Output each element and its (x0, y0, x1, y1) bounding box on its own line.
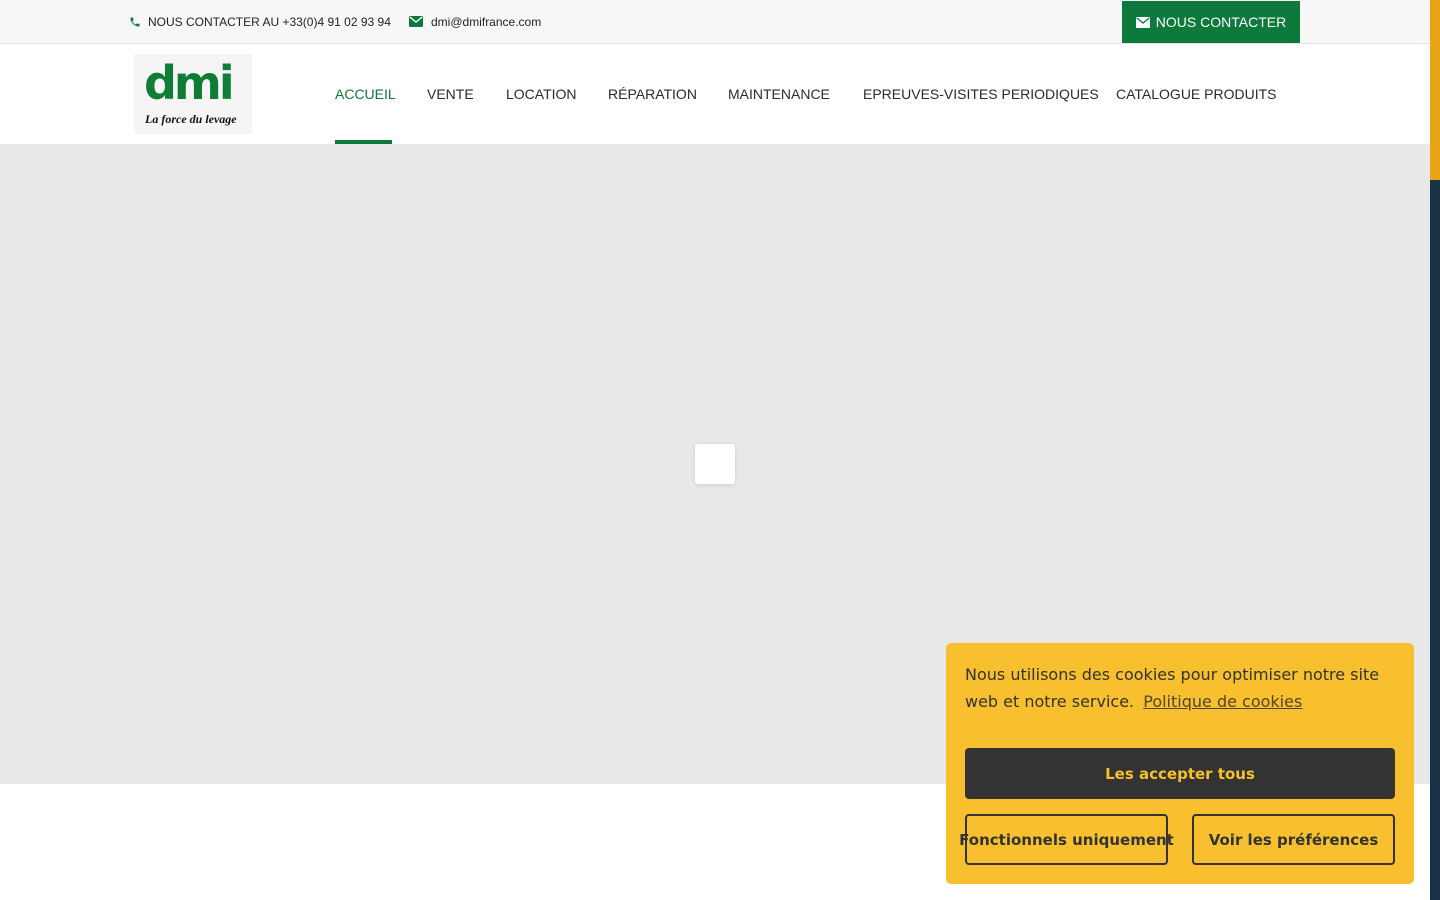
page-scrollbar[interactable] (1430, 0, 1440, 900)
logo-tagline: La force du levage (145, 112, 237, 126)
cookie-policy-link[interactable]: Politique de cookies (1143, 692, 1302, 711)
email-contact[interactable]: dmi@dmifrance.com (409, 0, 541, 43)
phone-text: NOUS CONTACTER AU +33(0)4 91 02 93 94 (148, 14, 391, 29)
email-text: dmi@dmifrance.com (431, 14, 542, 29)
view-preferences-button[interactable]: Voir les préférences (1192, 814, 1395, 865)
nav-maintenance[interactable]: MAINTENANCE (728, 44, 830, 144)
nav-reparation[interactable]: RÉPARATION (608, 44, 697, 144)
nav-epreuves-visites[interactable]: EPREUVES-VISITES PERIODIQUES (863, 44, 1099, 144)
phone-icon (129, 16, 141, 28)
cookie-banner: Nous utilisons des cookies pour optimise… (946, 643, 1414, 884)
nav-catalogue-produits[interactable]: CATALOGUE PRODUITS (1116, 44, 1277, 144)
nav-vente[interactable]: VENTE (427, 44, 474, 144)
dmi-logo[interactable]: dmi La force du levage (134, 54, 252, 134)
accept-all-button[interactable]: Les accepter tous (965, 748, 1395, 799)
envelope-icon (409, 16, 423, 27)
loading-spinner (695, 444, 735, 484)
contact-button-label: NOUS CONTACTER (1155, 14, 1287, 30)
phone-contact[interactable]: NOUS CONTACTER AU +33(0)4 91 02 93 94 (129, 0, 391, 43)
functional-only-button[interactable]: Fonctionnels uniquement (959, 814, 1174, 865)
nav-accueil[interactable]: ACCUEIL (335, 44, 396, 144)
logo-letters: dmi (144, 56, 235, 110)
scrollbar-thumb[interactable] (1430, 0, 1440, 180)
main-header: dmi La force du levage ACCUEIL VENTE LOC… (0, 44, 1430, 144)
contact-button[interactable]: NOUS CONTACTER (1122, 1, 1300, 43)
envelope-icon (1135, 16, 1150, 28)
top-contact-bar: NOUS CONTACTER AU +33(0)4 91 02 93 94 dm… (0, 0, 1430, 44)
nav-location[interactable]: LOCATION (506, 44, 577, 144)
cookie-message: Nous utilisons des cookies pour optimise… (965, 661, 1397, 715)
